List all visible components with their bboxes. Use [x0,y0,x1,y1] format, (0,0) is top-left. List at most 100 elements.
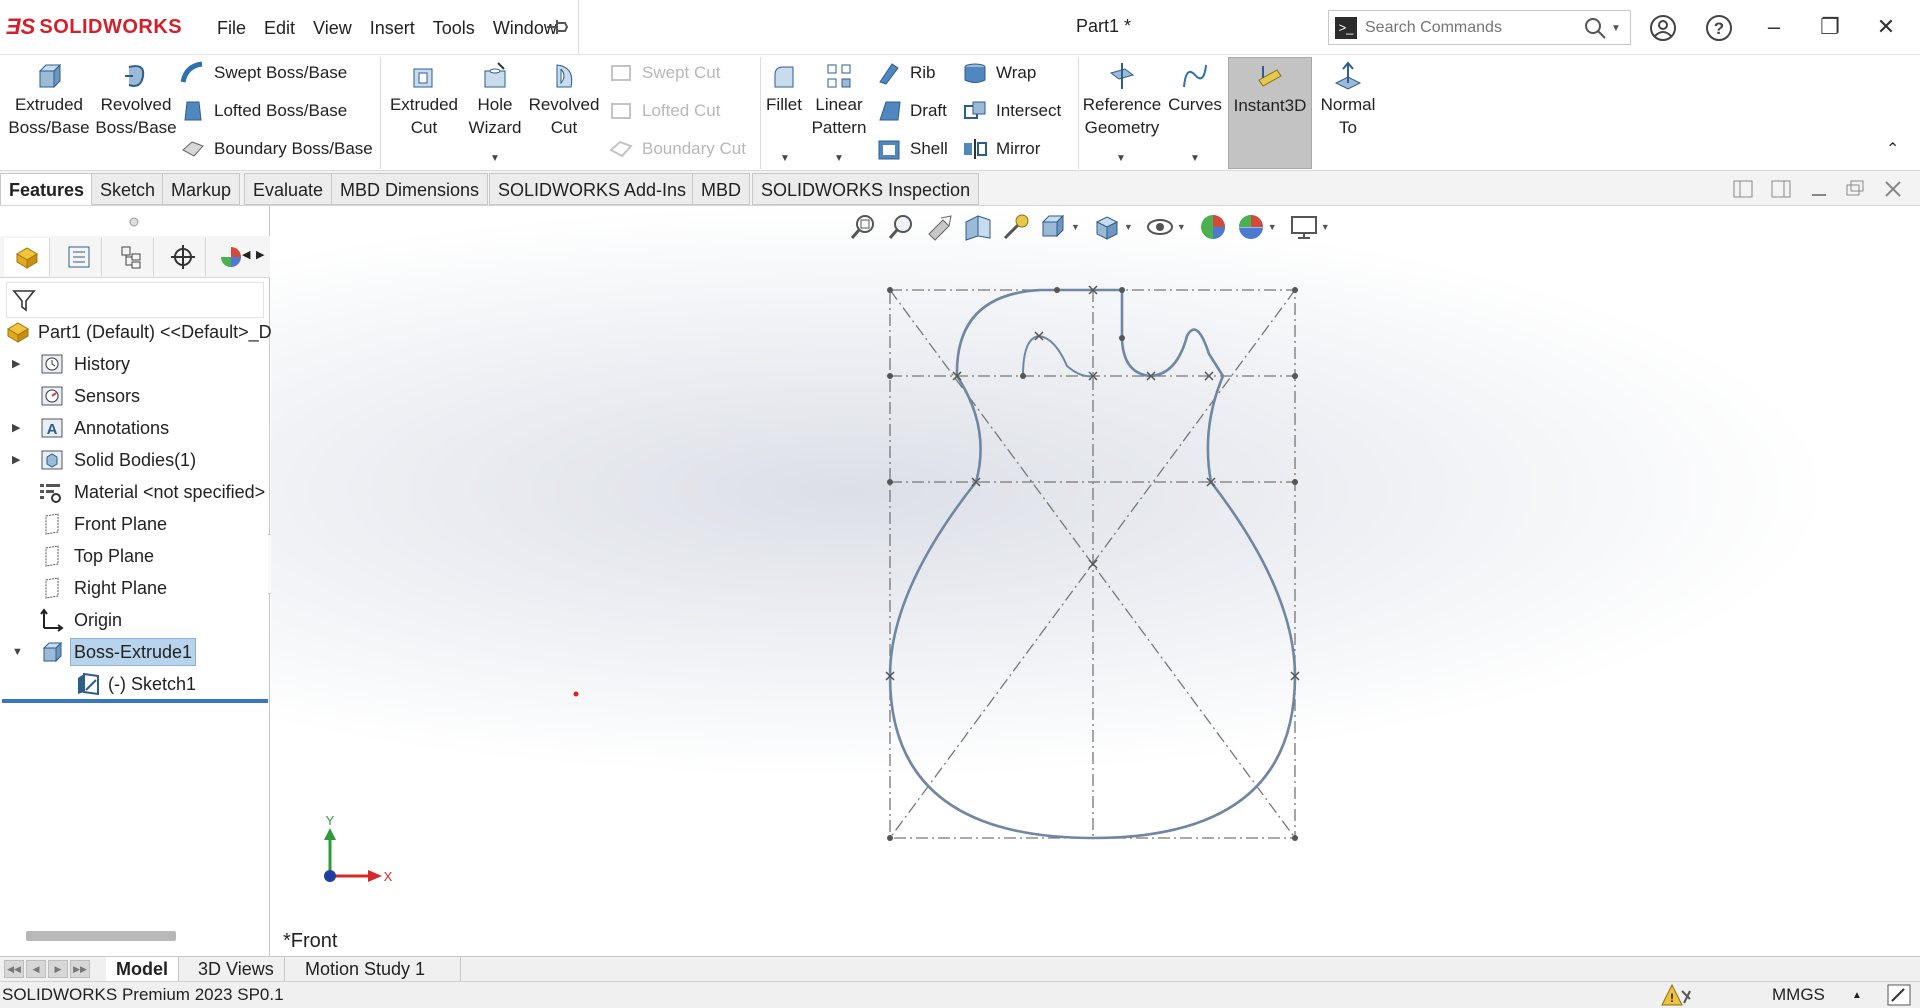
tree-item-front-plane[interactable]: Front Plane [0,509,270,539]
menu-tools[interactable]: Tools [424,14,484,43]
tab-sketch[interactable]: Sketch [91,173,165,205]
tree-item-top-plane[interactable]: Top Plane [0,541,270,571]
intersect-button[interactable]: Intersect [962,98,1061,124]
horizontal-scrollbar[interactable] [26,931,176,941]
shell-button[interactable]: Shell [876,136,948,162]
fillet-dropdown-icon[interactable]: ▼ [780,153,790,164]
fillet-button[interactable]: Fillet [762,61,806,116]
lofted-cut-button[interactable]: Lofted Cut [608,98,720,124]
swept-cut-button[interactable]: Swept Cut [608,60,720,86]
search-input[interactable] [1365,17,1575,39]
tile-left-icon[interactable] [1732,179,1754,199]
lofted-boss-base-button[interactable]: Lofted Boss/Base [180,98,347,124]
normal-to-button[interactable]: Normal To [1314,61,1382,139]
tab-solidworks-add-ins[interactable]: SOLIDWORKS Add-Ins [489,173,696,205]
configuration-manager-tab[interactable] [108,238,154,276]
search-icon[interactable] [1583,16,1607,40]
units-dropdown-icon[interactable]: ▲ [1852,990,1862,1001]
hole-wizard-button[interactable]: Hole Wizard [462,61,528,139]
extruded-cut-button[interactable]: Extruded Cut [384,61,464,139]
sketch-point[interactable] [1020,373,1026,379]
menu-insert[interactable]: Insert [361,14,424,43]
tile-right-icon[interactable] [1770,179,1792,199]
curves-dropdown-icon[interactable]: ▼ [1190,153,1200,164]
sketch-point[interactable] [1119,335,1125,341]
graphics-area[interactable]: ▼ ▼ ▼ ▼ ▼ *Front [271,206,1920,956]
tree-item-solid-bodies[interactable]: ▶ Solid Bodies(1) [0,445,270,475]
sketch-point[interactable] [1054,287,1060,293]
viewport-close-icon[interactable] [1882,179,1904,199]
next-tab-icon[interactable]: ▶ [48,960,68,978]
solidworks-logo[interactable]: ƎS SOLIDWORKS [6,12,182,42]
sketch-point[interactable] [887,373,893,379]
restore-button[interactable]: ❐ [1814,12,1846,42]
previous-tab-icon[interactable]: ◀ [26,960,46,978]
user-account-icon[interactable] [1648,13,1678,43]
tab-3d-views[interactable]: 3D Views [188,957,285,982]
revolved-boss-base-button[interactable]: Revolved Boss/Base [94,61,178,139]
first-tab-icon[interactable]: ◀◀ [4,960,24,978]
sketch-point[interactable] [1292,373,1298,379]
sketch-point[interactable] [887,835,893,841]
search-commands-box[interactable]: >_ ▼ [1328,10,1631,45]
last-tab-icon[interactable]: ▶▶ [70,960,90,978]
tree-filter-box[interactable] [6,282,264,318]
search-dropdown-icon[interactable]: ▼ [1611,23,1621,34]
collapse-ribbon-icon[interactable]: ⌃ [1886,139,1899,159]
menu-edit[interactable]: Edit [255,14,304,43]
swept-boss-base-button[interactable]: Swept Boss/Base [180,60,347,86]
rollback-bar[interactable] [2,699,268,703]
extruded-boss-base-button[interactable]: Extruded Boss/Base [6,61,92,139]
tab-mbd[interactable]: MBD [692,173,750,205]
dimxpert-manager-tab[interactable] [160,238,206,276]
sketch-point[interactable] [1292,287,1298,293]
display-manager-tab[interactable]: ◀ ▶ [212,238,268,276]
mirror-button[interactable]: Mirror [962,136,1040,162]
tree-item-sensors[interactable]: Sensors [0,381,270,411]
collapse-icon[interactable]: ▼ [12,637,23,667]
sketch-point[interactable] [1292,835,1298,841]
rib-button[interactable]: Rib [876,60,936,86]
reference-geometry-button[interactable]: Reference Geometry [1080,61,1164,139]
sketch-point[interactable] [1119,287,1125,293]
tab-model[interactable]: Model [106,957,179,982]
wrap-button[interactable]: Wrap [962,60,1036,86]
panel-splitter-handle-icon[interactable] [128,216,140,228]
linear-pattern-dropdown-icon[interactable]: ▼ [834,153,844,164]
tree-item-right-plane[interactable]: Right Plane [0,573,270,603]
viewport-minimize-icon[interactable] [1808,179,1830,199]
tree-root-part1[interactable]: Part1 (Default) <<Default>_D [0,317,272,347]
customize-status-bar-icon[interactable] [1886,983,1912,1007]
tab-mbd-dimensions[interactable]: MBD Dimensions [331,173,489,205]
curves-button[interactable]: Curves [1166,61,1224,116]
menu-file[interactable]: File [208,14,255,43]
boundary-boss-base-button[interactable]: Boundary Boss/Base [180,136,373,162]
tree-item-material[interactable]: Material <not specified> [0,477,270,507]
tree-item-origin[interactable]: Origin [0,605,270,635]
tab-evaluate[interactable]: Evaluate [244,173,333,205]
sketch-point[interactable] [1292,479,1298,485]
expand-icon[interactable]: ▶ [12,413,20,443]
pin-menu-icon[interactable] [543,15,571,39]
tree-item-sketch1[interactable]: (-) Sketch1 [0,669,270,699]
close-button[interactable]: ✕ [1870,12,1902,42]
help-icon[interactable]: ? [1704,13,1734,43]
feature-manager-tab[interactable] [4,238,50,276]
tab-motion-study-1[interactable]: Motion Study 1 [295,957,461,982]
sketch-point[interactable] [887,287,893,293]
expand-icon[interactable]: ▶ [12,445,20,475]
linear-pattern-button[interactable]: Linear Pattern [808,61,870,139]
tab-solidworks-inspection[interactable]: SOLIDWORKS Inspection [752,173,980,205]
tree-item-annotations[interactable]: ▶ A Annotations [0,413,270,443]
tab-markup[interactable]: Markup [162,173,241,205]
draft-button[interactable]: Draft [876,98,947,124]
rebuild-warning-icon[interactable]: ! [1660,983,1694,1007]
tab-features[interactable]: Features [0,173,94,205]
viewport-restore-icon[interactable] [1844,179,1866,199]
sketch-point[interactable] [887,479,893,485]
reference-triad[interactable]: Y X [312,816,392,896]
boundary-cut-button[interactable]: Boundary Cut [608,136,746,162]
tabs-scroll-right-icon[interactable]: ▶ [256,248,264,261]
tree-item-history[interactable]: ▶ History [0,349,270,379]
filter-icon[interactable] [11,287,37,313]
